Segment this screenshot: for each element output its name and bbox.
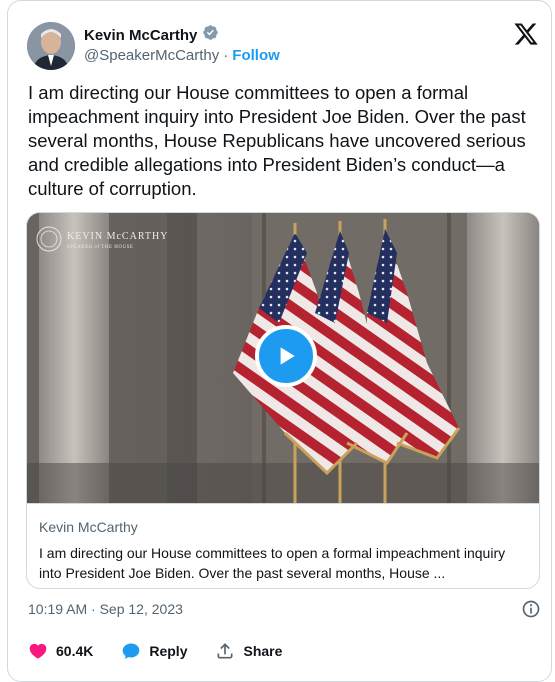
- share-button[interactable]: Share: [215, 641, 282, 661]
- card-description: I am directing our House committees to o…: [39, 545, 506, 581]
- tweet-text: I am directing our House committees to o…: [28, 82, 526, 199]
- separator-dot: ·: [223, 47, 229, 64]
- card-info[interactable]: Kevin McCarthy I am directing our House …: [27, 503, 539, 588]
- author-name-row: Kevin McCarthy: [84, 24, 219, 46]
- watermark-title: SPEAKER of THE HOUSE: [67, 245, 134, 250]
- author-name[interactable]: Kevin McCarthy: [84, 27, 197, 44]
- follow-button[interactable]: Follow: [232, 47, 280, 64]
- author-handle-row: @SpeakerMcCarthy · Follow: [84, 47, 280, 64]
- play-icon: [280, 347, 295, 365]
- reply-label: Reply: [149, 643, 188, 659]
- action-bar: 60.4K Reply Share: [28, 641, 310, 661]
- share-icon: [217, 643, 233, 659]
- reply-bubble-icon: [123, 643, 140, 659]
- heart-icon: [29, 643, 47, 659]
- watermark-name: KEVIN McCARTHY: [67, 231, 169, 242]
- like-count: 60.4K: [56, 643, 94, 659]
- verified-badge-icon: [202, 24, 219, 46]
- like-button[interactable]: 60.4K: [28, 641, 93, 661]
- play-button[interactable]: [255, 325, 317, 387]
- card-source: Kevin McCarthy: [39, 519, 138, 535]
- info-icon[interactable]: [521, 599, 541, 619]
- share-label: Share: [243, 643, 283, 659]
- avatar[interactable]: [27, 22, 75, 70]
- x-logo-icon[interactable]: [513, 21, 539, 47]
- tweet-embed-card[interactable]: Kevin McCarthy @SpeakerMcCarthy · Follow…: [7, 0, 552, 682]
- reply-button[interactable]: Reply: [121, 641, 187, 661]
- video-player[interactable]: KEVIN McCARTHY SPEAKER of THE HOUSE: [27, 213, 539, 503]
- author-handle[interactable]: @SpeakerMcCarthy: [84, 47, 219, 64]
- video-card[interactable]: KEVIN McCARTHY SPEAKER of THE HOUSE Kevi…: [26, 212, 540, 589]
- timestamp[interactable]: 10:19 AM · Sep 12, 2023: [28, 601, 183, 617]
